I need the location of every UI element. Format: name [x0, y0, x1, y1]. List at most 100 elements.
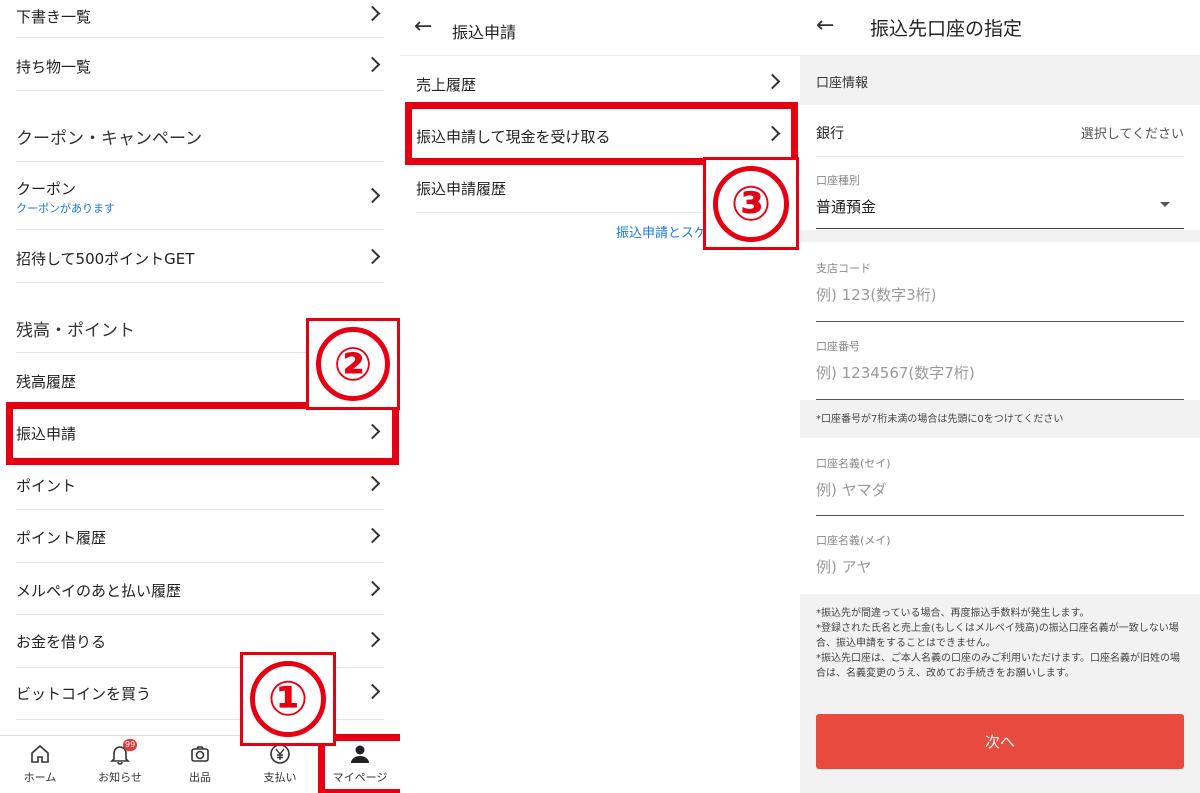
menu-row-point-history[interactable]: ポイント履歴 [16, 510, 384, 563]
menu-row-points[interactable]: ポイント [16, 458, 384, 510]
menu-row-belongings[interactable]: 持ち物一覧 [16, 38, 384, 91]
account-number-note: *口座番号が7桁未満の場合は先頭に0をつけてください [816, 414, 1064, 425]
account-number-label: 口座番号 [816, 340, 860, 353]
note-line: *振込先が間違っている場合、再度振込手数料が発生します。 [816, 608, 1090, 619]
dropdown-caret-icon [1160, 202, 1170, 207]
coupon-available-text: クーポンがあります [16, 202, 115, 215]
account-settings-panel: ← 振込先口座の指定 口座情報 銀行 選択してください 口座種別 普通預金 支店… [800, 0, 1200, 793]
menu-row-label: 招待して500ポイントGET [16, 250, 195, 268]
nav-label: ホーム [23, 771, 57, 784]
menu-row-label: 下書き一覧 [16, 8, 92, 26]
menu-row-label: お金を借りる [16, 633, 107, 651]
menu-row-label: 振込申請履歴 [416, 180, 507, 198]
nav-sell[interactable]: 出品 [160, 736, 240, 793]
bank-value: 選択してください [1080, 127, 1184, 142]
yen-icon [270, 744, 290, 764]
step-number: ② [316, 327, 390, 401]
menu-row-label: ビットコインを買う [16, 685, 152, 703]
account-type-label: 口座種別 [816, 174, 860, 187]
camera-icon [191, 746, 209, 762]
chevron-right-icon [364, 631, 381, 648]
name-mei-field[interactable]: 口座名義(メイ) 例) アヤ [816, 532, 1184, 595]
chevron-right-icon [364, 423, 381, 440]
menu-row-label: クーポン [16, 180, 77, 198]
chevron-right-icon [364, 248, 381, 265]
chevron-right-icon [364, 475, 381, 492]
chevron-right-icon [364, 683, 381, 700]
chevron-right-icon [364, 527, 381, 544]
branch-code-field[interactable]: 支店コード 例) 123(数字3桁) [816, 260, 1184, 323]
account-number-placeholder: 例) 1234567(数字7桁) [816, 364, 975, 382]
menu-row-label: 売上履歴 [416, 76, 477, 94]
note-line: *登録された氏名と売上金(もしくはメルペイ残高)の振込口座名義が一致しない場合、… [816, 623, 1179, 649]
name-sei-label: 口座名義(セイ) [816, 457, 891, 470]
step-marker-1: ① [240, 652, 336, 746]
spacer [800, 230, 1200, 242]
step-number: ③ [713, 165, 789, 242]
field-underline [816, 515, 1184, 516]
section-title-balance: 残高・ポイント [16, 321, 135, 341]
chevron-right-icon [364, 580, 381, 597]
menu-row-receive-cash[interactable]: 振込申請して現金を受け取る [416, 109, 784, 161]
mypage-panel: 下書き一覧 持ち物一覧 クーポン・キャンペーン クーポン クーポンがあります 招… [0, 0, 400, 793]
account-number-field[interactable]: 口座番号 例) 1234567(数字7桁) [816, 338, 1184, 401]
menu-row-transfer-request[interactable]: 振込申請 [16, 405, 384, 458]
bank-select-row[interactable]: 銀行 選択してください [816, 105, 1184, 157]
nav-label: お知らせ [98, 771, 142, 784]
nav-notifications[interactable]: 99 お知らせ [80, 736, 160, 793]
section-header: 口座情報 [800, 56, 1200, 105]
menu-row-deferred-payment[interactable]: メルペイのあと払い履歴 [16, 563, 384, 615]
section-title-coupon: クーポン・キャンペーン [16, 129, 203, 149]
menu-row-label: 振込申請して現金を受け取る [416, 128, 611, 146]
menu-row-sales-history[interactable]: 売上履歴 [416, 56, 784, 109]
bank-label: 銀行 [816, 126, 844, 142]
next-button[interactable]: 次へ [816, 714, 1184, 769]
menu-row-drafts[interactable]: 下書き一覧 [16, 0, 384, 38]
menu-row-label: メルペイのあと払い履歴 [16, 582, 182, 600]
transfer-request-panel: ← 振込申請 売上履歴 振込申請して現金を受け取る 振込申請履歴 振込申請とスケ… [400, 0, 800, 793]
step-marker-3: ③ [703, 157, 799, 250]
bottom-navigation: ホーム 99 お知らせ 出品 支払い マイページ [0, 735, 400, 793]
chevron-right-icon [364, 187, 381, 204]
nav-label: 支払い [263, 771, 297, 784]
notification-badge: 99 [123, 739, 138, 751]
chevron-right-icon [364, 5, 381, 22]
field-underline [816, 228, 1184, 229]
chevron-right-icon [764, 125, 781, 142]
transfer-schedule-link[interactable]: 振込申請とスケ [616, 222, 707, 241]
menu-row-label: 振込申請 [16, 425, 77, 443]
menu-row-invite[interactable]: 招待して500ポイントGET [16, 230, 384, 283]
page-title: 振込申請 [452, 23, 517, 42]
step-number: ① [250, 661, 326, 737]
nav-label: 出品 [189, 771, 211, 784]
name-mei-placeholder: 例) アヤ [816, 558, 872, 576]
account-type-value: 普通預金 [816, 198, 877, 216]
menu-row-label: 残高履歴 [16, 373, 77, 391]
step-marker-2: ② [306, 318, 400, 410]
note-line: *振込先口座は、ご本人名義の口座のみご利用いただけます。口座名義が旧姓の場合は、… [816, 653, 1180, 679]
account-number-note-box: *口座番号が7桁未満の場合は先頭に0をつけてください [800, 400, 1200, 438]
branch-code-placeholder: 例) 123(数字3桁) [816, 286, 937, 304]
nav-label: マイページ [332, 771, 388, 784]
home-icon [31, 744, 49, 763]
menu-row-label: ポイント履歴 [16, 529, 107, 547]
transfer-notes: *振込先が間違っている場合、再度振込手数料が発生します。 *登録された氏名と売上… [816, 606, 1184, 681]
name-sei-field[interactable]: 口座名義(セイ) 例) ヤマダ [816, 455, 1184, 518]
chevron-right-icon [764, 73, 781, 90]
name-sei-placeholder: 例) ヤマダ [816, 481, 887, 499]
branch-code-label: 支店コード [816, 262, 871, 275]
menu-row-label: ポイント [16, 477, 77, 495]
account-type-select[interactable]: 口座種別 普通預金 [816, 172, 1184, 229]
header: ← 振込先口座の指定 [800, 0, 1200, 55]
menu-row-coupon[interactable]: クーポン クーポンがあります [16, 162, 384, 230]
menu-row-label: 持ち物一覧 [16, 58, 92, 76]
back-arrow-icon[interactable]: ← [816, 13, 834, 38]
page-title: 振込先口座の指定 [870, 18, 1023, 40]
name-mei-label: 口座名義(メイ) [816, 534, 891, 547]
field-underline [816, 321, 1184, 322]
section-title: 口座情報 [816, 76, 869, 91]
back-arrow-icon[interactable]: ← [414, 14, 432, 39]
nav-home[interactable]: ホーム [0, 736, 80, 793]
chevron-right-icon [364, 56, 381, 73]
header: ← 振込申請 [400, 0, 800, 56]
